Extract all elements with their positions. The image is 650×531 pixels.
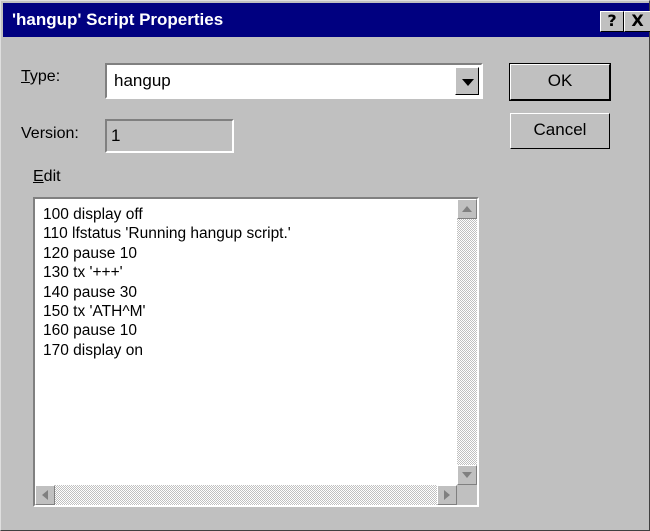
vertical-scrollbar[interactable] xyxy=(457,199,477,485)
title-bar[interactable]: 'hangup' Script Properties ? X xyxy=(3,3,650,37)
script-line: 110 lfstatus 'Running hangup script.' xyxy=(43,225,291,243)
scroll-down-icon[interactable] xyxy=(457,465,477,485)
script-line: 160 pause 10 xyxy=(43,322,137,340)
script-properties-dialog: 'hangup' Script Properties ? X Type: han… xyxy=(0,0,650,531)
script-edit-area[interactable]: 100 display off 110 lfstatus 'Running han… xyxy=(33,197,479,507)
version-field: 1 xyxy=(105,119,234,153)
script-line: 150 tx 'ATH^M' xyxy=(43,303,146,321)
type-dropdown-value: hangup xyxy=(114,71,171,90)
cancel-button[interactable]: Cancel xyxy=(510,113,610,149)
script-line: 140 pause 30 xyxy=(43,283,137,301)
ok-button[interactable]: OK xyxy=(509,63,611,101)
script-line: 120 pause 10 xyxy=(43,244,137,262)
type-label: Type: xyxy=(21,68,61,85)
scroll-left-icon[interactable] xyxy=(35,485,55,505)
chevron-down-icon[interactable] xyxy=(455,67,479,95)
script-text: 100 display off 110 lfstatus 'Running han… xyxy=(43,205,291,360)
scroll-right-icon[interactable] xyxy=(437,485,457,505)
type-dropdown[interactable]: hangup xyxy=(105,63,483,99)
script-line: 100 display off xyxy=(43,206,143,223)
help-button[interactable]: ? xyxy=(600,11,624,32)
close-button[interactable]: X xyxy=(624,11,650,32)
version-label: Version: xyxy=(21,125,79,142)
scroll-up-icon[interactable] xyxy=(457,199,477,219)
script-line: 170 display on xyxy=(43,341,143,359)
horizontal-scrollbar[interactable] xyxy=(35,485,457,505)
script-line: 130 tx '+++' xyxy=(43,264,123,282)
window-title: 'hangup' Script Properties xyxy=(12,10,224,29)
scrollbar-corner xyxy=(457,485,477,505)
edit-label: Edit xyxy=(33,168,61,185)
version-value: 1 xyxy=(111,126,121,145)
